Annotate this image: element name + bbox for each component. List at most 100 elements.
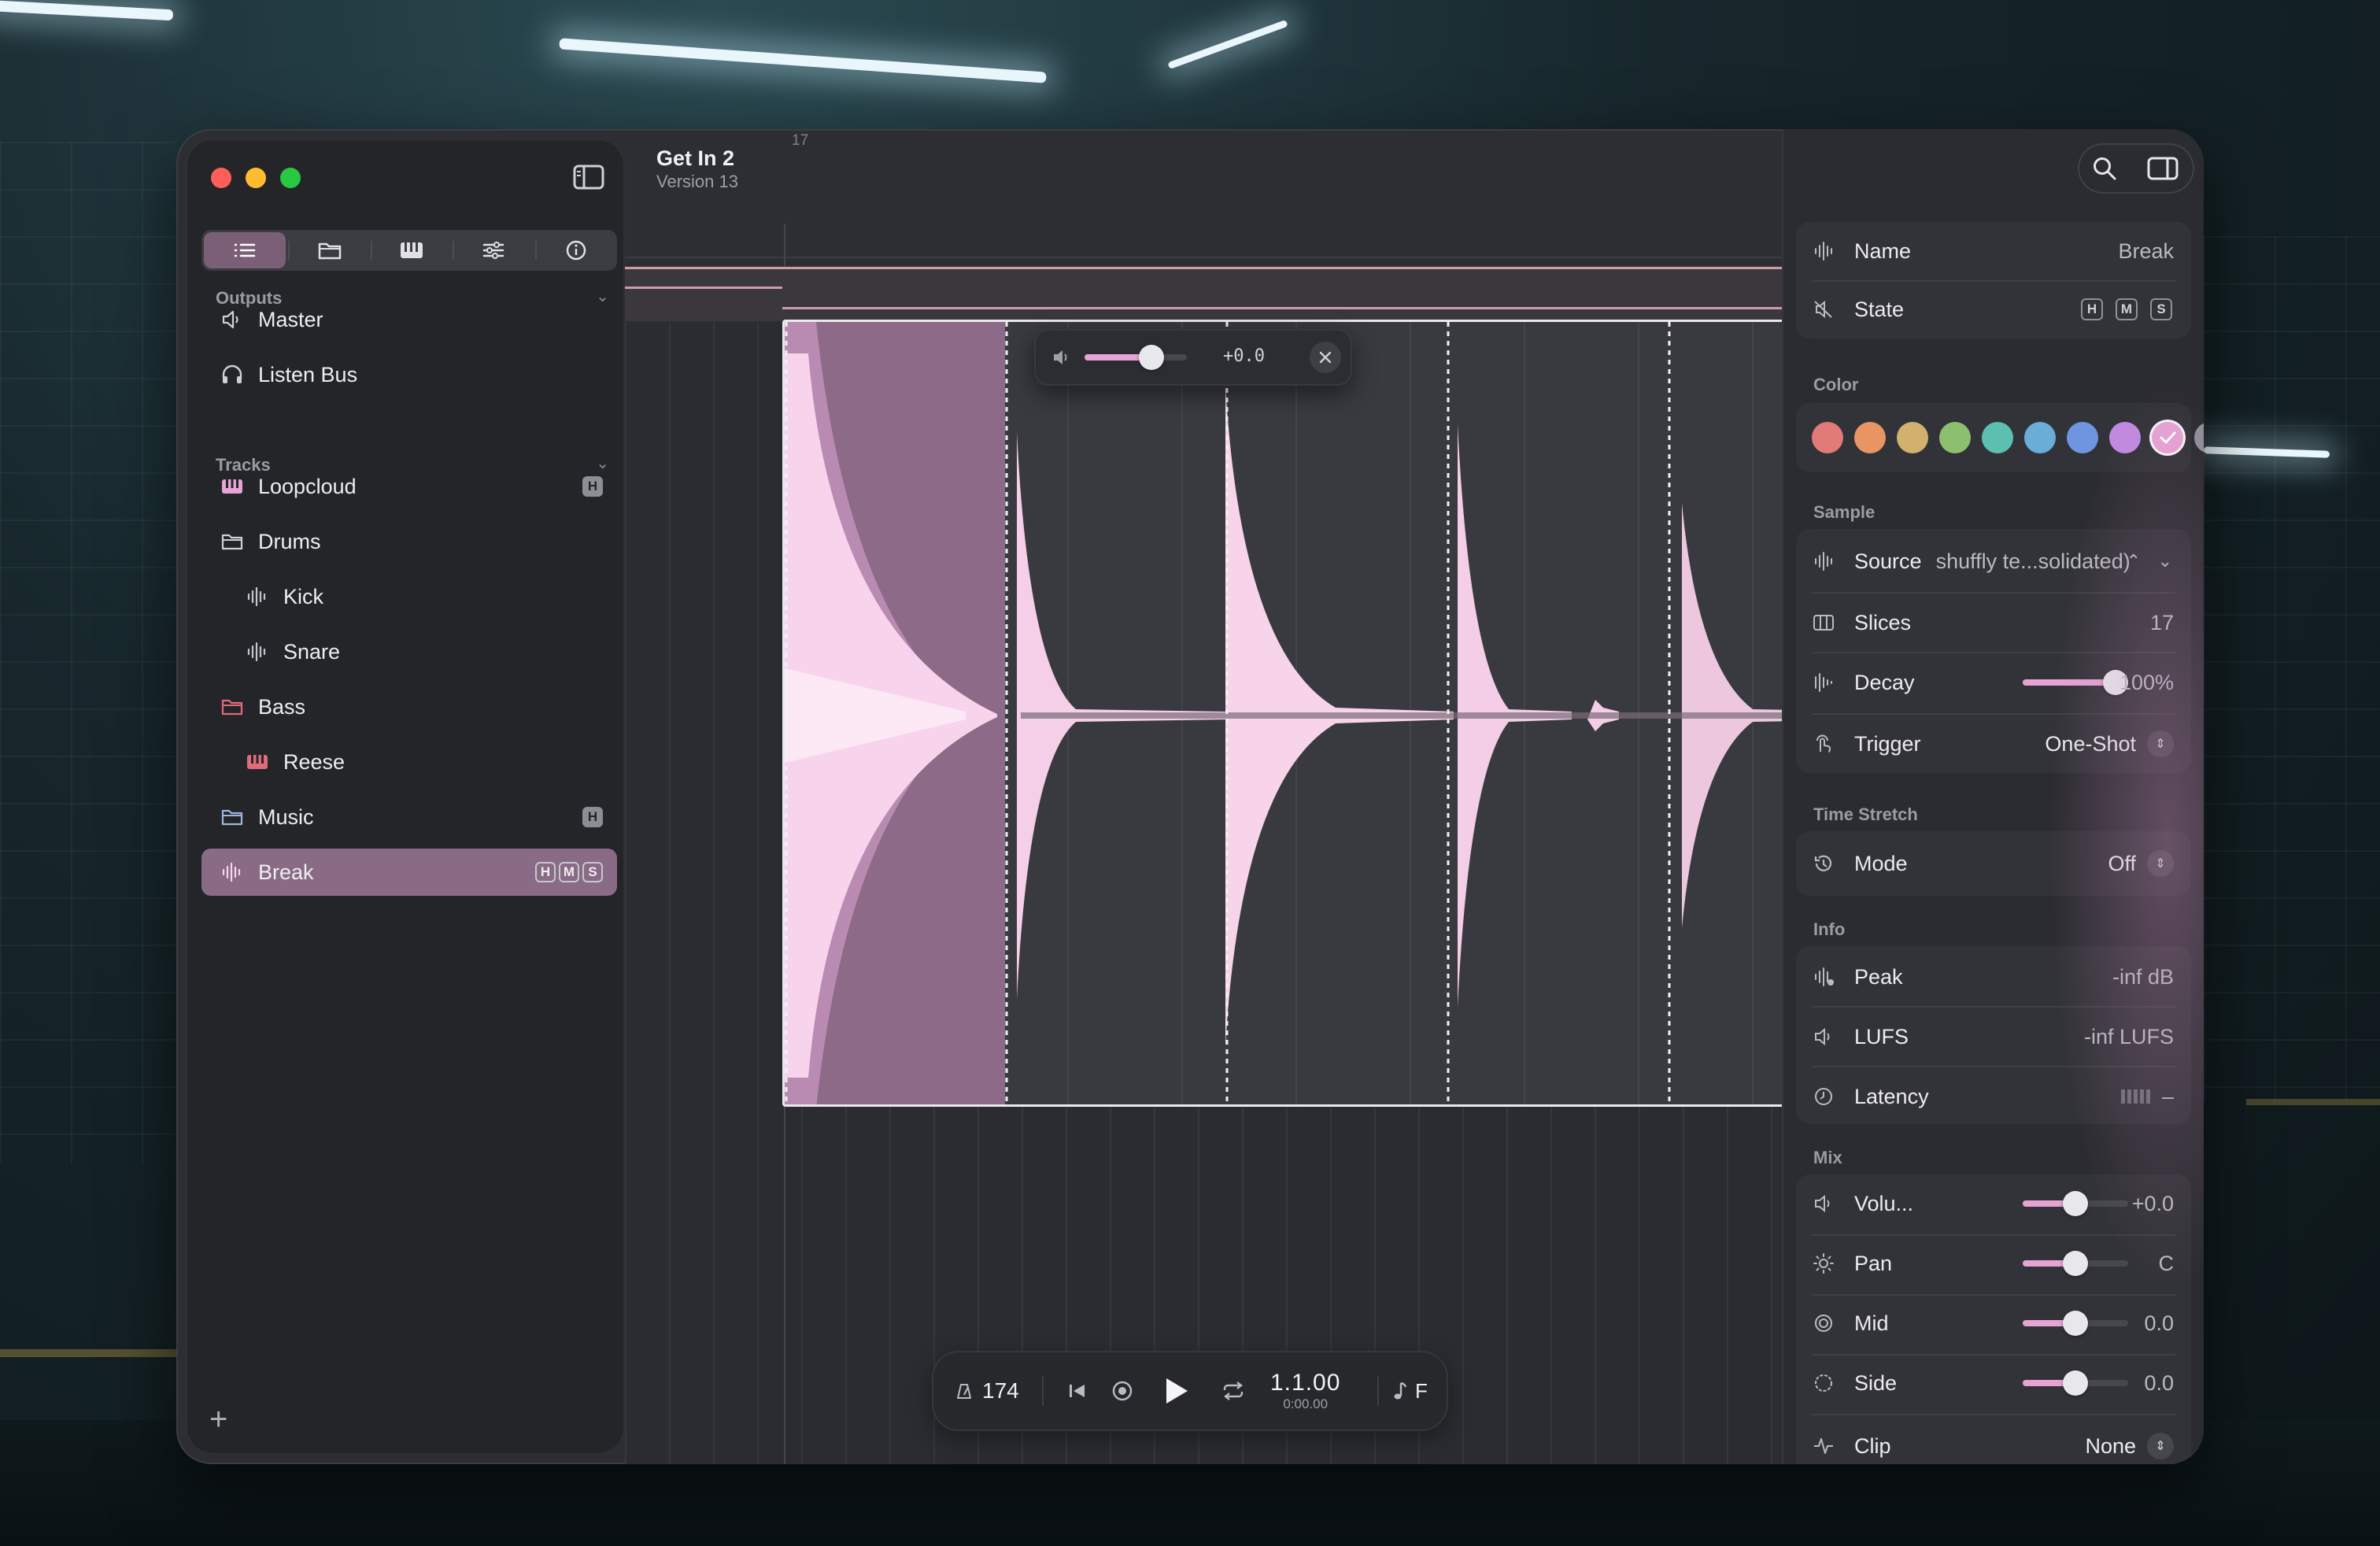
slices-value[interactable]: 17: [2150, 611, 2174, 635]
automation-lane[interactable]: [625, 266, 1924, 321]
trigger-stepper[interactable]: ⇕: [2147, 730, 2174, 757]
state-hide-button[interactable]: H: [2081, 298, 2103, 320]
latency-row: Latency –: [1796, 1067, 2191, 1126]
tempo-control[interactable]: 174: [955, 1351, 1019, 1431]
hide-badge[interactable]: H: [535, 862, 556, 882]
slices-row[interactable]: Slices 17: [1796, 594, 2191, 652]
color-swatch[interactable]: [2152, 422, 2183, 453]
track-badges: H M S: [535, 862, 603, 882]
close-popover-button[interactable]: [1310, 342, 1341, 373]
clip-stepper[interactable]: ⇕: [2147, 1433, 2174, 1459]
lufs-value: -inf LUFS: [2083, 1024, 2174, 1049]
columns-icon: [1812, 613, 1835, 632]
hide-badge[interactable]: H: [582, 807, 603, 827]
clip-volume-popover: +0.0: [1034, 329, 1352, 386]
state-mute-button[interactable]: M: [2116, 298, 2138, 320]
play-button[interactable]: [1162, 1351, 1190, 1431]
volume-slider[interactable]: [2023, 1191, 2128, 1216]
close-window-button[interactable]: [211, 168, 231, 188]
sidebar-item-listen-bus[interactable]: Listen Bus: [201, 351, 617, 398]
clip-volume-slider[interactable]: [1085, 345, 1187, 370]
record-button[interactable]: [1111, 1351, 1133, 1431]
pan-slider[interactable]: [2023, 1251, 2128, 1276]
sidebar-item-drums[interactable]: Drums: [201, 518, 617, 565]
name-value[interactable]: Break: [2118, 239, 2174, 264]
checkmark-icon: [2160, 431, 2176, 444]
peak-label: Peak: [1854, 964, 1903, 989]
inspector-toggle-button[interactable]: [2147, 156, 2179, 185]
minimize-window-button[interactable]: [246, 168, 266, 188]
metronome-icon: [957, 1384, 971, 1399]
color-swatch[interactable]: [1897, 422, 1928, 453]
tab-browser[interactable]: [288, 230, 370, 271]
tab-info[interactable]: [534, 230, 617, 271]
automation-line: [625, 267, 1924, 269]
folder-icon: [219, 532, 246, 551]
audio-clip[interactable]: [782, 320, 1924, 1107]
chevron-down-icon[interactable]: ⌄: [2158, 551, 2172, 571]
color-swatch[interactable]: [2024, 422, 2056, 453]
trigger-row[interactable]: Trigger One-Shot ⇕: [1796, 715, 2191, 773]
decay-value: 100%: [2119, 670, 2174, 694]
color-swatch[interactable]: [1982, 422, 2013, 453]
color-swatch[interactable]: [2109, 422, 2141, 453]
sidebar-item-kick[interactable]: Kick: [201, 573, 617, 620]
return-to-start-button[interactable]: [1067, 1351, 1088, 1431]
sidebar-view-tabs: [201, 230, 617, 271]
mode-stepper[interactable]: ⇕: [2147, 850, 2174, 877]
state-solo-button[interactable]: S: [2150, 298, 2172, 320]
tab-list[interactable]: [204, 232, 286, 268]
sidebar-item-label: Master: [258, 307, 323, 331]
sidebar-item-reese[interactable]: Reese: [201, 738, 617, 786]
piano-icon: [219, 477, 246, 496]
loop-button[interactable]: [1221, 1351, 1245, 1431]
tab-mixer[interactable]: [453, 230, 534, 271]
mute-badge[interactable]: M: [559, 862, 579, 882]
position-display[interactable]: 1.1.00 0:00.00: [1270, 1351, 1340, 1431]
sidebar-item-loopcloud[interactable]: Loopcloud H: [201, 463, 617, 510]
color-swatch[interactable]: [1939, 422, 1971, 453]
sidebar-toggle-icon[interactable]: [573, 164, 604, 190]
info-heading: Info: [1813, 919, 1846, 939]
folder-icon: [219, 808, 246, 827]
mid-knob[interactable]: [2063, 1311, 2088, 1336]
sidebar-item-music[interactable]: Music H: [201, 793, 617, 841]
volume-knob[interactable]: [2063, 1191, 2088, 1216]
loop-icon: [1223, 1381, 1244, 1400]
color-swatch[interactable]: [2067, 422, 2098, 453]
decay-slider[interactable]: [2023, 670, 2128, 695]
side-slider[interactable]: [2023, 1370, 2128, 1396]
source-row[interactable]: Source shuffly te...solidated) ⌃ ⌄: [1796, 532, 2191, 590]
mid-slider[interactable]: [2023, 1311, 2128, 1336]
sidebar-item-master[interactable]: Master: [201, 296, 617, 343]
add-track-button[interactable]: +: [209, 1402, 227, 1437]
sun-icon: [1812, 1252, 1835, 1274]
search-button[interactable]: [2092, 156, 2117, 185]
name-row[interactable]: Name Break: [1796, 222, 2191, 280]
time-value: 0:00.00: [1283, 1396, 1329, 1411]
dashed-circle-icon: [1812, 1372, 1835, 1394]
tempo-value: 174: [982, 1378, 1019, 1403]
speaker-icon: [219, 309, 246, 330]
automation-line: [782, 307, 1924, 309]
sidebar-item-break[interactable]: Break H M S: [201, 849, 617, 896]
solo-badge[interactable]: S: [582, 862, 603, 882]
hide-badge[interactable]: H: [582, 476, 603, 497]
color-card: [1796, 403, 2204, 472]
sidebar-item-snare[interactable]: Snare: [201, 628, 617, 675]
latency-value: –: [2161, 1084, 2174, 1108]
timeline-ruler[interactable]: [625, 224, 1924, 258]
color-swatch[interactable]: [1854, 422, 1886, 453]
pan-knob[interactable]: [2063, 1251, 2088, 1276]
sidebar-item-bass[interactable]: Bass: [201, 683, 617, 730]
tab-instruments[interactable]: [370, 230, 453, 271]
chevron-up-icon[interactable]: ⌃: [2127, 551, 2141, 571]
clip-row[interactable]: Clip None ⇕: [1796, 1417, 2191, 1464]
zoom-window-button[interactable]: [280, 168, 301, 188]
clip-volume-knob[interactable]: [1138, 345, 1164, 370]
mode-row[interactable]: Mode Off ⇕: [1796, 834, 2191, 893]
color-swatch[interactable]: [1812, 422, 1843, 453]
side-knob[interactable]: [2063, 1370, 2088, 1396]
waveform-icon: [1812, 672, 1835, 693]
key-control[interactable]: F: [1391, 1351, 1428, 1431]
